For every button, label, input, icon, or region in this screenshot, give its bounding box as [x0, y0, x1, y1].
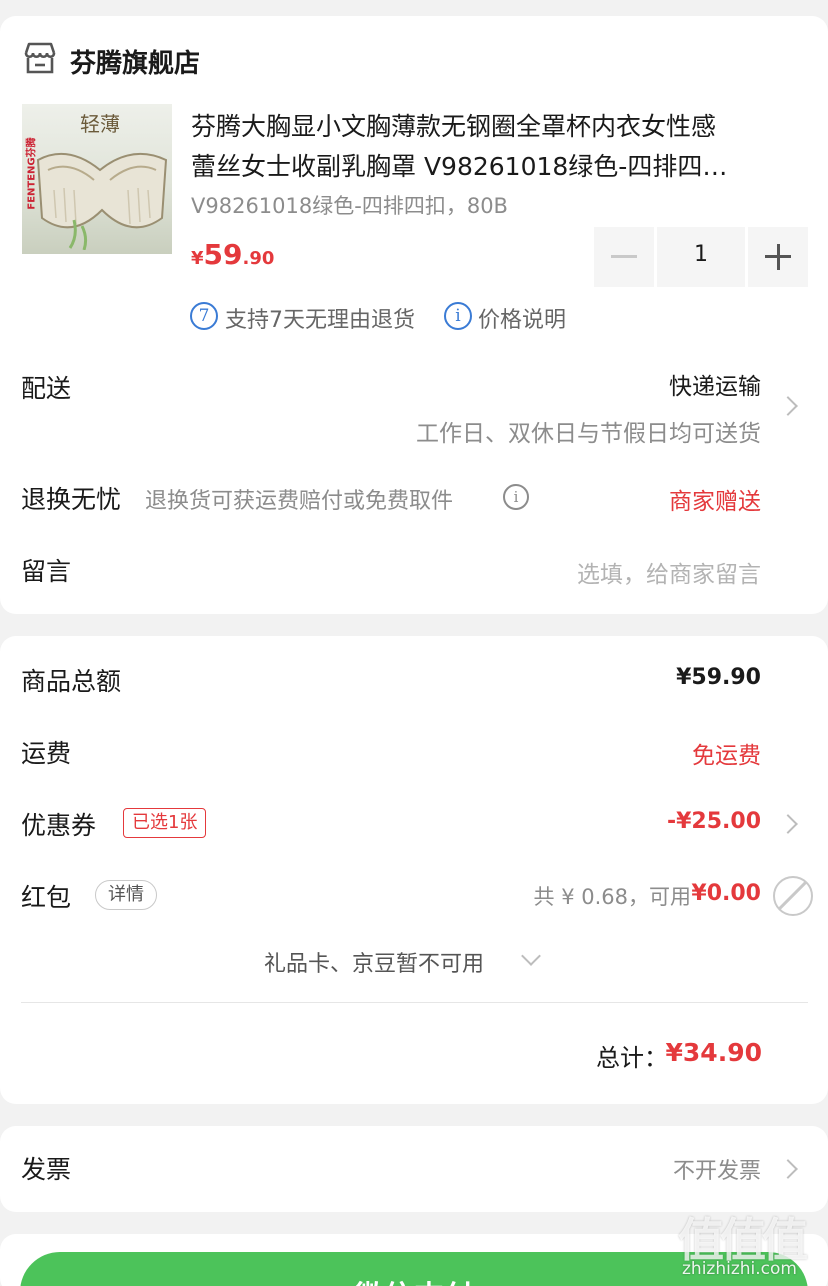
info-icon: i	[444, 302, 472, 330]
shipping-label: 运费	[21, 739, 72, 768]
total-value: ¥34.90	[665, 1038, 762, 1067]
price-decimal: .90	[242, 248, 275, 269]
chevron-right-icon	[778, 396, 798, 416]
goods-total-row: 商品总额 ¥59.90	[0, 658, 828, 702]
quantity-value: 1	[694, 242, 708, 267]
quantity-plus-button[interactable]	[748, 227, 808, 287]
redpacket-detail-button[interactable]: 详情	[95, 880, 157, 910]
minus-icon	[611, 255, 637, 258]
shipping-row: 运费 免运费	[0, 730, 828, 774]
chevron-right-icon	[778, 814, 798, 834]
thumb-title-text: 轻薄	[80, 112, 120, 136]
delivery-row[interactable]: 配送 快递运输 工作日、双休日与节假日均可送货	[0, 356, 828, 456]
disabled-circle-icon[interactable]	[773, 876, 813, 916]
redpacket-row[interactable]: 红包 详情 共 ¥ 0.68，可用 ¥0.00	[0, 874, 828, 918]
goods-total-value: ¥59.90	[676, 665, 761, 690]
total-row: 总计： ¥34.90	[0, 1034, 828, 1078]
price-summary-card: 商品总额 ¥59.90 运费 免运费 优惠券 已选1张 -¥25.00 红包 详…	[0, 636, 828, 1104]
returns-row[interactable]: 退换无忧 退换货可获运费赔付或免费取件 i 商家赠送	[0, 476, 828, 520]
returns-desc: 退换货可获运费赔付或免费取件	[145, 489, 454, 514]
price-info-link[interactable]: i 价格说明	[444, 301, 584, 333]
watermark-text: zhizhizhi.com	[682, 1259, 797, 1279]
redpacket-value: ¥0.00	[691, 881, 761, 906]
plus-icon-vertical	[776, 244, 780, 270]
store-name: 芬腾旗舰店	[70, 49, 201, 79]
seven-day-icon: 7	[190, 302, 218, 330]
delivery-note: 工作日、双休日与节假日均可送货	[416, 421, 761, 447]
message-input[interactable]: 选填，给商家留言	[577, 555, 761, 589]
invoice-card[interactable]: 发票 不开发票	[0, 1126, 828, 1212]
price-symbol: ¥	[191, 248, 204, 269]
store-icon	[22, 40, 58, 80]
invoice-value: 不开发票	[672, 1159, 761, 1184]
coupon-row[interactable]: 优惠券 已选1张 -¥25.00	[0, 802, 828, 846]
coupon-badge: 已选1张	[123, 808, 207, 838]
delivery-label: 配送	[21, 374, 72, 403]
coupon-label: 优惠券	[21, 811, 97, 840]
store-header[interactable]: 芬腾旗舰店	[22, 38, 422, 82]
bra-image	[36, 153, 168, 250]
product-title-line2[interactable]: 蕾丝女士收副乳胸罩 V98261018绿色-四排四…	[191, 147, 727, 183]
returns-value: 商家赠送	[669, 489, 761, 515]
invoice-label: 发票	[21, 1155, 72, 1184]
goods-total-label: 商品总额	[21, 667, 122, 696]
redpacket-info: 共 ¥ 0.68，可用	[533, 885, 691, 909]
return-policy-text: 支持7天无理由退货	[225, 308, 415, 333]
total-label: 总计：	[596, 1044, 668, 1072]
price-info-text: 价格说明	[478, 308, 567, 333]
product-title-line1[interactable]: 芬腾大胸显小文胸薄款无钢圈全罩杯内衣女性感	[191, 107, 716, 143]
chevron-right-icon	[778, 1159, 798, 1179]
returns-info-icon[interactable]: i	[503, 484, 529, 510]
price-integer: 59	[203, 238, 243, 271]
divider	[21, 1002, 808, 1003]
product-price: ¥59.90	[191, 238, 274, 271]
chevron-down-icon	[521, 946, 541, 966]
redpacket-label: 红包	[21, 883, 72, 912]
return-policy-tag[interactable]: 7 支持7天无理由退货	[190, 301, 440, 333]
delivery-method: 快递运输	[669, 374, 761, 400]
message-label: 留言	[21, 557, 72, 586]
giftcard-row[interactable]: 礼品卡、京豆暂不可用	[0, 942, 828, 982]
message-row[interactable]: 留言 选填，给商家留言	[0, 548, 828, 592]
disabled-slash	[778, 881, 807, 910]
giftcard-text: 礼品卡、京豆暂不可用	[264, 952, 485, 977]
returns-label: 退换无忧	[21, 485, 122, 514]
order-card: 芬腾旗舰店 FENTENG芬腾 轻薄 芬腾大胸显小文胸薄款无钢圈全罩杯内衣女性感…	[0, 16, 828, 614]
quantity-input[interactable]: 1	[657, 227, 745, 287]
product-thumbnail[interactable]: FENTENG芬腾 轻薄	[22, 104, 172, 254]
quantity-minus-button[interactable]	[594, 227, 654, 287]
shipping-value: 免运费	[692, 743, 761, 769]
product-sku[interactable]: V98261018绿色-四排四扣，80B	[191, 190, 508, 220]
coupon-value: -¥25.00	[666, 809, 761, 834]
